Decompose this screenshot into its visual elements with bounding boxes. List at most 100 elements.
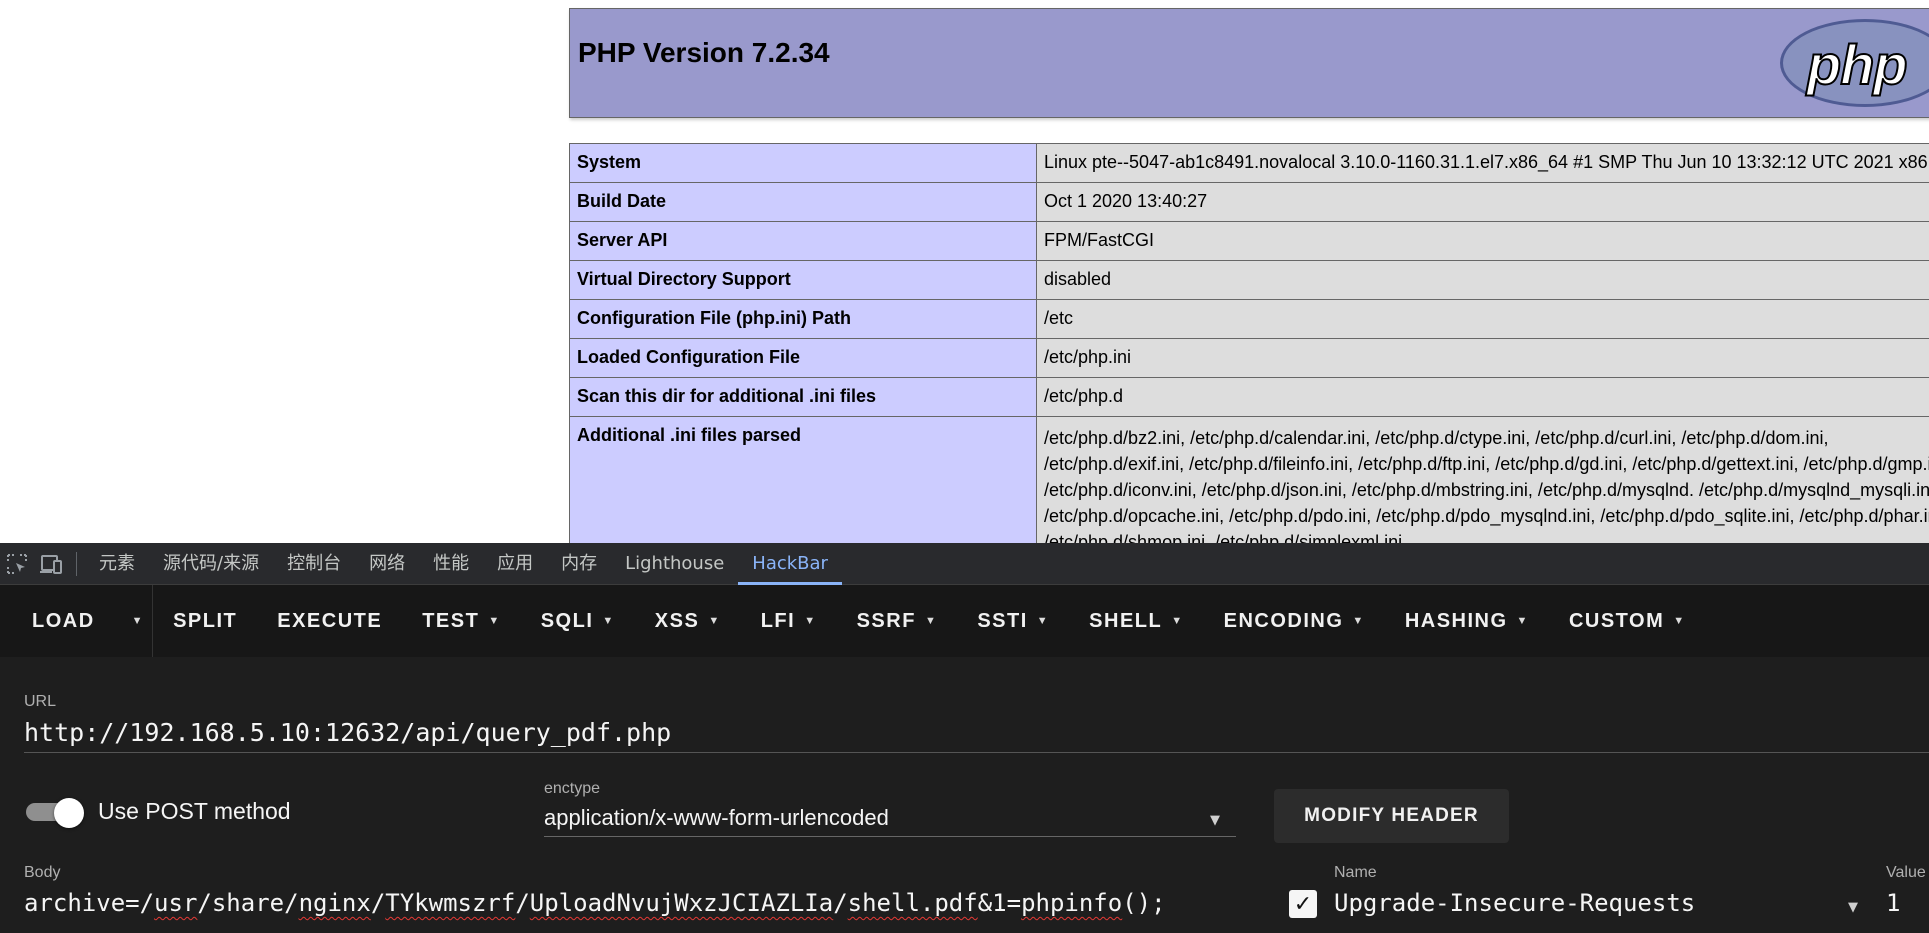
test-label: TEST (422, 609, 480, 632)
shell-menu[interactable]: SHELL ▼ (1069, 585, 1203, 657)
row-key: Configuration File (php.ini) Path (569, 299, 1037, 339)
xss-label: XSS (654, 609, 700, 632)
enctype-label: enctype (544, 780, 601, 797)
tab-network[interactable]: 网络 (355, 543, 419, 585)
tab-memory[interactable]: 内存 (547, 543, 611, 585)
row-key: Additional .ini files parsed (569, 416, 1037, 543)
url-underline (24, 752, 1929, 753)
ssrf-label: SSRF (856, 609, 916, 632)
table-row: Server API FPM/FastCGI (569, 221, 1929, 261)
body-input[interactable]: archive=/usr/share/nginx/TYkwmszrf/Uploa… (24, 889, 1166, 917)
body-text: TYkwmszrf (385, 889, 516, 917)
body-text: shell.pdf (847, 889, 978, 917)
table-row: Loaded Configuration File/etc/php.ini (569, 338, 1929, 378)
device-toolbar-icon[interactable] (34, 543, 68, 585)
toggle-knob (54, 798, 84, 828)
caret-down-icon: ▼ (708, 615, 721, 627)
tab-application[interactable]: 应用 (483, 543, 547, 585)
row-value: /etc/php.ini (1036, 338, 1929, 378)
header-value-input[interactable]: 1 (1886, 889, 1900, 917)
enctype-select[interactable]: application/x-www-form-urlencoded (544, 805, 889, 831)
body-text: usr (154, 889, 198, 917)
php-logo-text: php (1806, 32, 1909, 97)
table-row: Scan this dir for additional .ini files /… (569, 377, 1929, 417)
tab-performance[interactable]: 性能 (419, 543, 483, 585)
lfi-menu[interactable]: LFI ▼ (741, 585, 837, 657)
page-title: PHP Version 7.2.34 (578, 37, 830, 68)
divider (76, 551, 77, 576)
xss-menu[interactable]: XSS ▼ (635, 585, 741, 657)
tab-sources[interactable]: 源代码/来源 (149, 543, 273, 585)
body-text: archive=/ (24, 889, 155, 917)
check-icon: ✓ (1293, 891, 1313, 917)
encoding-menu[interactable]: ENCODING ▼ (1204, 585, 1385, 657)
caret-down-icon: ▼ (488, 615, 501, 627)
chevron-down-icon[interactable]: ▼ (1848, 900, 1858, 915)
lfi-label: LFI (760, 609, 796, 632)
phpinfo-table: System Linux pte--5047-ab1c8491.novalocal… (569, 143, 1929, 543)
url-input[interactable]: http://192.168.5.10:12632/api/query_pdf.… (24, 718, 671, 747)
hashing-menu[interactable]: HASHING ▼ (1385, 585, 1549, 657)
load-dropdown-button[interactable]: ▼ (115, 585, 154, 657)
caret-down-icon: ▼ (131, 615, 145, 627)
body-text: / (370, 889, 386, 917)
execute-button[interactable]: EXECUTE (257, 585, 402, 657)
ssti-menu[interactable]: SSTI ▼ (957, 585, 1069, 657)
row-value: /etc/php.d/bz2.ini, /etc/php.d/calendar.… (1036, 416, 1929, 543)
body-text: UploadNvujWxzJCIAZLIa (529, 889, 834, 917)
row-value: Oct 1 2020 13:40:27 (1036, 182, 1929, 222)
caret-down-icon: ▼ (1171, 615, 1184, 627)
caret-down-icon: ▼ (804, 615, 817, 627)
chevron-down-icon[interactable]: ▼ (1210, 813, 1220, 828)
execute-label: EXECUTE (277, 609, 383, 632)
url-label: URL (24, 693, 57, 710)
caret-down-icon: ▼ (602, 615, 615, 627)
tab-console[interactable]: 控制台 (273, 543, 355, 585)
table-row: Virtual Directory Support disabled (569, 260, 1929, 300)
header-value-label: Value (1886, 864, 1926, 881)
devtools-tabbar: 元素 源代码/来源 控制台 网络 性能 应用 内存 Lighthouse Hac… (0, 543, 1929, 585)
sqli-menu[interactable]: SQLI ▼ (521, 585, 635, 657)
header-name-input[interactable]: Upgrade-Insecure-Requests (1334, 889, 1695, 917)
test-menu[interactable]: TEST ▼ (402, 585, 521, 657)
caret-down-icon: ▼ (1516, 615, 1529, 627)
body-text: / (833, 889, 848, 917)
table-row: Build Date Oct 1 2020 13:40:27 (569, 182, 1929, 222)
caret-down-icon: ▼ (1352, 615, 1365, 627)
shell-label: SHELL (1089, 609, 1163, 632)
inspect-element-icon[interactable] (0, 543, 34, 585)
header-enabled-checkbox[interactable]: ✓ (1289, 890, 1317, 918)
encoding-label: ENCODING (1223, 609, 1344, 632)
row-value: FPM/FastCGI (1036, 221, 1929, 261)
tab-elements[interactable]: 元素 (85, 543, 149, 585)
table-row: Configuration File (php.ini) Path/etc (569, 299, 1929, 339)
modify-header-button[interactable]: MODIFY HEADER (1274, 789, 1509, 843)
split-button[interactable]: SPLIT (153, 585, 257, 657)
row-key: Virtual Directory Support (569, 260, 1037, 300)
row-value: /etc (1036, 299, 1929, 339)
body-text: / (515, 889, 530, 917)
row-key: Server API (569, 221, 1037, 261)
custom-menu[interactable]: CUSTOM ▼ (1549, 585, 1706, 657)
hackbar-toolbar: LOAD ▼ SPLIT EXECUTE TEST ▼ SQLI ▼ XSS ▼ LF… (0, 585, 1929, 657)
php-logo: php (1780, 19, 1929, 107)
post-method-toggle[interactable] (26, 798, 84, 828)
tab-lighthouse[interactable]: Lighthouse (611, 543, 738, 585)
load-label: LOAD (32, 609, 95, 632)
ssti-label: SSTI (977, 609, 1028, 632)
tab-hackbar[interactable]: HackBar (738, 543, 842, 585)
row-key: Build Date (569, 182, 1037, 222)
table-row: Additional .ini files parsed/etc/php.d/b… (569, 416, 1929, 543)
body-text: /share/ (197, 889, 299, 917)
header-name-label: Name (1334, 864, 1377, 881)
devtools-panel: 元素 源代码/来源 控制台 网络 性能 应用 内存 Lighthouse Hac… (0, 543, 1929, 933)
body-text: &1= (977, 889, 1022, 917)
row-value: /etc/php.d (1036, 377, 1929, 417)
body-text: (); (1122, 889, 1166, 917)
row-key: Scan this dir for additional .ini files (569, 377, 1037, 417)
load-button[interactable]: LOAD (12, 585, 115, 657)
body-text: phpinfo (1021, 889, 1123, 917)
ssrf-menu[interactable]: SSRF ▼ (837, 585, 958, 657)
caret-down-icon: ▼ (924, 615, 938, 627)
post-method-label: Use POST method (98, 798, 291, 824)
